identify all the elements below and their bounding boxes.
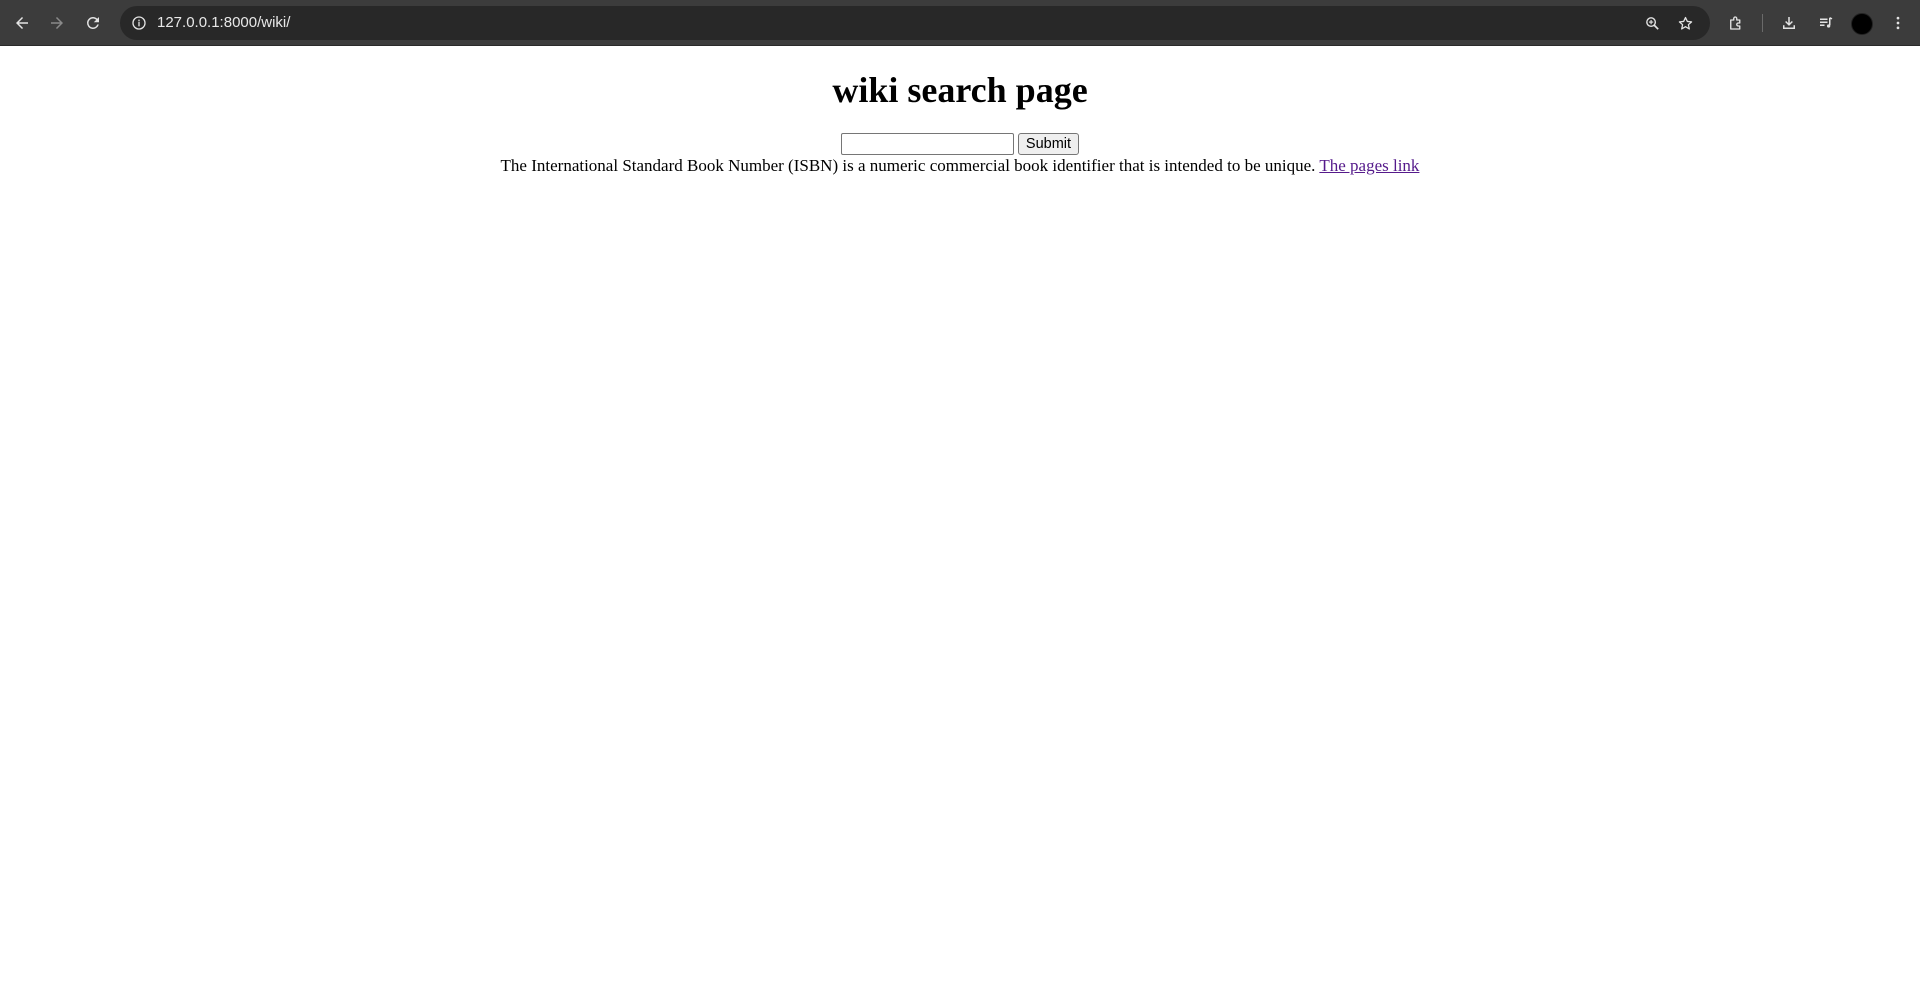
search-input[interactable] <box>840 133 1014 155</box>
reload-button[interactable] <box>81 11 105 35</box>
forward-button[interactable] <box>45 11 69 35</box>
zoom-icon[interactable] <box>1643 14 1661 32</box>
address-bar[interactable]: 127.0.0.1:8000/wiki/ <box>120 6 1710 40</box>
star-icon[interactable] <box>1676 14 1694 32</box>
info-icon[interactable] <box>130 14 148 32</box>
back-button[interactable] <box>10 11 34 35</box>
toolbar-divider <box>1762 14 1763 32</box>
description-paragraph: The International Standard Book Number (… <box>0 155 1920 177</box>
media-queue-icon[interactable] <box>1815 12 1837 34</box>
description-text: The International Standard Book Number (… <box>500 156 1316 175</box>
avatar[interactable] <box>1851 13 1873 35</box>
browser-toolbar: 127.0.0.1:8000/wiki/ <box>0 0 1920 46</box>
arrow-left-icon <box>16 17 28 29</box>
kebab-menu-icon[interactable] <box>1887 12 1909 34</box>
url-text[interactable]: 127.0.0.1:8000/wiki/ <box>157 6 290 40</box>
page-content: wiki search page Submit The Internationa… <box>0 47 1920 1008</box>
puzzle-icon[interactable] <box>1725 12 1747 34</box>
search-form: Submit <box>0 133 1920 155</box>
submit-button[interactable]: Submit <box>1017 133 1080 155</box>
pages-link[interactable]: The pages link <box>1319 156 1419 175</box>
page-title: wiki search page <box>832 70 1088 110</box>
arrow-right-icon <box>51 17 63 29</box>
reload-icon <box>86 16 99 29</box>
download-icon[interactable] <box>1778 12 1800 34</box>
